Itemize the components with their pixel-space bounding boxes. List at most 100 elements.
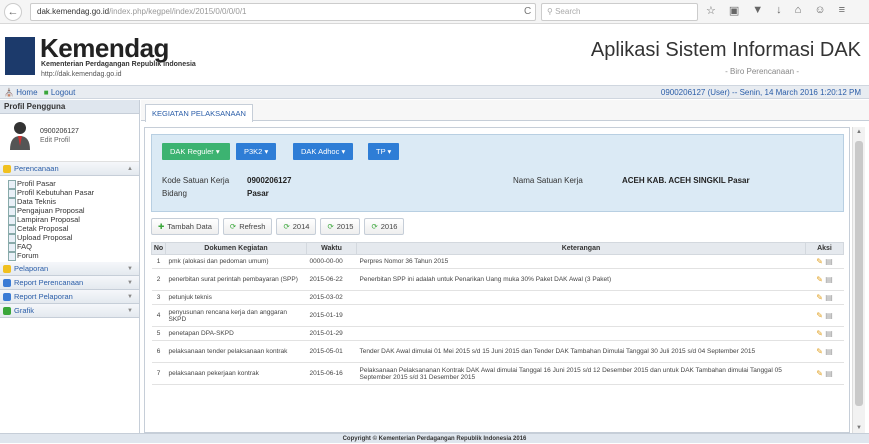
cell-dokumen: petunjuk teknis xyxy=(165,290,307,305)
back-icon[interactable]: ← xyxy=(4,2,22,21)
button-label: 2015 xyxy=(336,222,354,231)
edit-icon[interactable]: ✎ xyxy=(816,293,823,302)
action-toolbar: ✚ Tambah Data ⟳ Refresh ⟳ 2014 ⟳ 2015 ⟳ 2016 xyxy=(151,218,405,235)
column-header-aksi: Aksi xyxy=(805,242,844,255)
edit-profile-link[interactable]: Edit Profil xyxy=(40,137,70,144)
sidebar-item-cetak-proposal[interactable]: Cetak Proposal xyxy=(8,224,139,234)
home-icon[interactable]: ⌂ xyxy=(795,4,802,17)
sidebar-item-pengajuan-proposal[interactable]: Pengajuan Proposal xyxy=(8,206,139,216)
year-2016-button[interactable]: ⟳ 2016 xyxy=(364,218,405,235)
cell-waktu: 2015-01-19 xyxy=(306,304,357,327)
report-icon xyxy=(3,293,11,301)
kode-satuan-kerja-label: Kode Satuan Kerja xyxy=(162,176,230,185)
tambah-data-button[interactable]: ✚ Tambah Data xyxy=(151,218,219,235)
cell-waktu: 2015-06-16 xyxy=(306,362,357,385)
tp-button[interactable]: TP ▾ xyxy=(368,143,400,160)
emoji-icon[interactable]: ☺ xyxy=(814,4,825,17)
cell-waktu: 2015-06-22 xyxy=(306,268,357,291)
p3k2-button[interactable]: P3K2 ▾ xyxy=(236,143,277,160)
logout-link[interactable]: ■ Logout xyxy=(44,88,76,97)
sidebar-item-upload-proposal[interactable]: Upload Proposal xyxy=(8,233,139,243)
delete-icon[interactable]: ▤ xyxy=(825,329,833,338)
delete-icon[interactable]: ▤ xyxy=(825,257,833,266)
browser-search-input[interactable]: ⚲ Search xyxy=(541,3,698,21)
cell-no: 4 xyxy=(151,304,166,327)
brand-url: http://dak.kemendag.go.id xyxy=(41,71,122,78)
year-2015-button[interactable]: ⟳ 2015 xyxy=(320,218,361,235)
dak-adhoc-button[interactable]: DAK Adhoc ▾ xyxy=(293,143,354,160)
sidebar-section-grafik[interactable]: Grafik ▼ xyxy=(0,304,139,318)
delete-icon[interactable]: ▤ xyxy=(825,293,833,302)
sidebar-section-pelaporan[interactable]: Pelaporan ▼ xyxy=(0,262,139,276)
edit-icon[interactable]: ✎ xyxy=(816,369,823,378)
sidebar-section-perencanaan[interactable]: Perencanaan ▲ xyxy=(0,162,139,176)
delete-icon[interactable]: ▤ xyxy=(825,369,833,378)
refresh-button[interactable]: ⟳ Refresh xyxy=(222,218,273,235)
cell-dokumen: pelaksanaan tender pelaksanaan kontrak xyxy=(165,340,307,363)
tab-kegiatan-pelaksanaan[interactable]: KEGIATAN PELAKSANAAN xyxy=(145,104,253,122)
sidebar: Profil Pengguna 0900206127 Edit Profil P… xyxy=(0,100,140,433)
cell-keterangan: Penerbitan SPP ini adalah untuk Penarika… xyxy=(356,268,806,291)
top-nav-bar: ⛪ Home ■ Logout 0900206127 (User) -- Sen… xyxy=(0,85,869,99)
footer: Copyright © Kementerian Perdagangan Repu… xyxy=(0,433,869,443)
button-label: Refresh xyxy=(239,222,266,231)
table-row: 5 penetapan DPA-SKPD 2015-01-29 ✎ ▤ xyxy=(151,326,844,341)
sidebar-item-data-teknis[interactable]: Data Teknis xyxy=(8,197,139,207)
sidebar-item-profil-pasar[interactable]: Profil Pasar xyxy=(8,179,139,189)
sidebar-item-lampiran-proposal[interactable]: Lampiran Proposal xyxy=(8,215,139,225)
cell-no: 7 xyxy=(151,362,166,385)
kemendag-logo xyxy=(5,37,35,75)
cell-waktu: 2015-05-01 xyxy=(306,340,357,363)
brand-subtitle: Kementerian Perdagangan Republik Indones… xyxy=(41,61,196,68)
edit-icon[interactable]: ✎ xyxy=(816,311,823,320)
delete-icon[interactable]: ▤ xyxy=(825,275,833,284)
scrollbar[interactable]: ▲ ▼ xyxy=(852,127,865,433)
year-2014-button[interactable]: ⟳ 2014 xyxy=(276,218,317,235)
plus-icon: ✚ xyxy=(158,222,165,231)
reload-icon[interactable]: C xyxy=(524,6,531,17)
cell-dokumen: pmk (alokasi dan pedoman umum) xyxy=(165,254,307,269)
sidebar-section-report-perencanaan[interactable]: Report Perencanaan ▼ xyxy=(0,276,139,290)
button-label: 2014 xyxy=(292,222,310,231)
search-placeholder: Search xyxy=(555,7,581,16)
sidebar-section-report-pelaporan[interactable]: Report Pelaporan ▼ xyxy=(0,290,139,304)
sidebar-item-faq[interactable]: FAQ xyxy=(8,242,139,252)
address-bar[interactable]: dak.kemendag.go.id/index.php/kegpel/inde… xyxy=(30,3,536,21)
pocket-icon[interactable]: ▼ xyxy=(752,4,763,17)
tab-bar: KEGIATAN PELAKSANAAN xyxy=(141,100,869,122)
delete-icon[interactable]: ▤ xyxy=(825,311,833,320)
sidebar-item-profil-kebutuhan-pasar[interactable]: Profil Kebutuhan Pasar xyxy=(8,188,139,198)
refresh-icon: ⟳ xyxy=(327,222,334,231)
bulb-icon xyxy=(3,265,11,273)
app-title: Aplikasi Sistem Informasi DAK xyxy=(590,39,861,61)
bidang-label: Bidang xyxy=(162,189,187,198)
scroll-down-icon[interactable]: ▼ xyxy=(856,425,862,431)
edit-icon[interactable]: ✎ xyxy=(816,257,823,266)
user-session-info: 0900206127 (User) -- Senin, 14 March 201… xyxy=(660,88,861,97)
edit-icon[interactable]: ✎ xyxy=(816,347,823,356)
cell-aksi: ✎ ▤ xyxy=(805,268,844,291)
cell-keterangan xyxy=(356,326,806,341)
bookmark-star-icon[interactable]: ☆ xyxy=(706,4,716,17)
cell-aksi: ✎ ▤ xyxy=(805,340,844,363)
bulb-icon xyxy=(3,165,11,173)
cell-keterangan: Tender DAK Awal dimulai 01 Mei 2015 s/d … xyxy=(356,340,806,363)
brand-name: Kemendag xyxy=(40,33,169,63)
download-icon[interactable]: ↓ xyxy=(776,4,782,17)
delete-icon[interactable]: ▤ xyxy=(825,347,833,356)
section-label: Report Perencanaan xyxy=(14,278,84,287)
profile-user-id: 0900206127 xyxy=(40,128,79,135)
section-label: Perencanaan xyxy=(14,164,59,173)
sidebar-item-forum[interactable]: Forum xyxy=(8,251,139,261)
scroll-up-icon[interactable]: ▲ xyxy=(856,129,862,135)
home-link[interactable]: ⛪ Home xyxy=(4,88,38,97)
cell-waktu: 2015-03-02 xyxy=(306,290,357,305)
table-header-row: No Dokumen Kegiatan Waktu Keterangan Aks… xyxy=(151,242,844,255)
menu-icon[interactable]: ≡ xyxy=(839,4,845,17)
scrollbar-thumb[interactable] xyxy=(855,141,863,406)
edit-icon[interactable]: ✎ xyxy=(816,275,823,284)
edit-icon[interactable]: ✎ xyxy=(816,329,823,338)
logout-icon: ■ xyxy=(43,88,49,97)
dak-reguler-button[interactable]: DAK Reguler ▾ xyxy=(162,143,230,160)
reading-list-icon[interactable]: ▣ xyxy=(729,4,739,17)
